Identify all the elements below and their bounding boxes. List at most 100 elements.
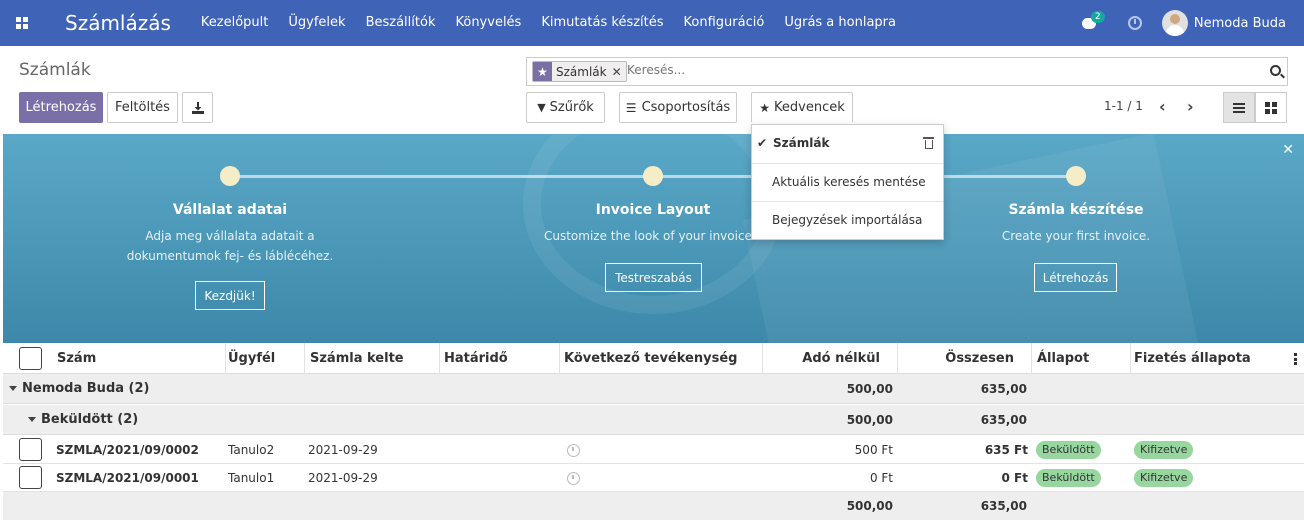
activity-clock-icon[interactable] — [1127, 16, 1142, 30]
column-total[interactable]: Összesen — [898, 343, 1032, 374]
menu-item-website[interactable]: Ugrás a honlapra — [774, 0, 906, 46]
step-title-invoice: Számla készítése — [1008, 202, 1144, 218]
onboarding-banner: Vállalat adatai Adja meg vállalata adata… — [3, 134, 1304, 343]
group-row-partner[interactable]: Nemoda Buda (2) 500,00 635,00 — [3, 374, 1304, 404]
pager-value[interactable]: 1-1 / 1 — [1104, 99, 1143, 113]
main-menu: Kezelőpult Ügyfelek Beszállítók Könyvelé… — [191, 0, 906, 46]
trash-icon[interactable] — [923, 137, 934, 149]
group-by-button[interactable]: ☰ Csoportosítás — [619, 92, 737, 123]
step-dot — [220, 166, 240, 186]
start-button[interactable]: Kezdjük! — [195, 281, 265, 310]
optional-columns-icon[interactable] — [1294, 353, 1297, 365]
favorite-item-invoices[interactable]: ✔ Számlák — [752, 125, 943, 163]
group-by-icon: ☰ — [625, 100, 637, 115]
activity-clock-icon[interactable] — [567, 444, 580, 457]
search-icon[interactable] — [1270, 65, 1281, 76]
column-number[interactable]: Szám — [56, 343, 226, 374]
column-untaxed[interactable]: Adó nélkül — [763, 343, 898, 374]
step-title-company: Vállalat adatai — [172, 202, 288, 218]
table-header: Szám Ügyfél Számla kelte Határidő Követk… — [3, 343, 1304, 374]
menu-item-reporting[interactable]: Kimutatás készítés — [531, 0, 673, 46]
star-icon: ★ — [533, 62, 552, 81]
column-next-activity[interactable]: Következő tevékenység — [560, 343, 763, 374]
table-row[interactable]: SZMLA/2021/09/0002 Tanulo2 2021-09-29 50… — [3, 436, 1304, 464]
view-switcher — [1223, 92, 1287, 123]
list-view-icon — [1233, 102, 1245, 113]
column-partner[interactable]: Ügyfél — [226, 343, 305, 374]
invoice-date: 2021-09-29 — [308, 471, 378, 485]
menu-item-dashboard[interactable]: Kezelőpult — [191, 0, 278, 46]
favorites-button[interactable]: ★ Kedvencek — [751, 92, 853, 123]
search-input[interactable] — [627, 63, 1227, 77]
favorites-dropdown: ✔ Számlák Aktuális keresés mentése Bejeg… — [751, 124, 944, 240]
status-badge: Beküldött — [1036, 441, 1101, 459]
invoice-untaxed: 0 Ft — [869, 471, 893, 485]
search-facet: ★ Számlák ✕ — [532, 61, 627, 82]
menu-item-customers[interactable]: Ügyfelek — [278, 0, 355, 46]
search-bar: ★ Számlák ✕ — [526, 57, 1288, 86]
menu-item-configuration[interactable]: Konfiguráció — [674, 0, 775, 46]
check-icon: ✔ — [757, 136, 768, 150]
row-checkbox[interactable] — [19, 438, 42, 461]
caret-down-icon — [9, 386, 17, 391]
column-due-date[interactable]: Határidő — [440, 343, 560, 374]
group-total: 635,00 — [980, 413, 1027, 427]
group-row-state[interactable]: Beküldött (2) 500,00 635,00 — [3, 405, 1304, 435]
filters-button[interactable]: ▼ Szűrők — [526, 92, 605, 123]
download-icon — [191, 101, 204, 114]
facet-remove-icon[interactable]: ✕ — [612, 65, 622, 79]
invoice-partner: Tanulo2 — [228, 443, 275, 457]
page-title: Számlák — [19, 60, 91, 80]
invoice-number: SZMLA/2021/09/0002 — [56, 443, 199, 457]
apps-menu-icon[interactable] — [0, 0, 44, 46]
create-button[interactable]: Létrehozás — [19, 92, 103, 123]
save-current-search-item[interactable]: Aktuális keresés mentése — [752, 164, 943, 201]
facet-label: Számlák — [556, 64, 607, 79]
avatar[interactable] — [1161, 10, 1188, 36]
column-state[interactable]: Állapot — [1032, 343, 1131, 374]
column-invoice-date[interactable]: Számla kelte — [305, 343, 440, 374]
filters-label: Szűrők — [549, 100, 594, 115]
menu-item-vendors[interactable]: Beszállítók — [356, 0, 446, 46]
group-untaxed: 500,00 — [846, 413, 893, 427]
favorites-label: Kedvencek — [774, 100, 845, 115]
download-button[interactable] — [182, 92, 213, 123]
table-row[interactable]: SZMLA/2021/09/0001 Tanulo1 2021-09-29 0 … — [3, 464, 1304, 492]
invoice-total: 0 Ft — [1001, 471, 1028, 485]
customize-button[interactable]: Testreszabás — [605, 263, 702, 292]
group-total: 635,00 — [980, 382, 1027, 396]
create-invoice-button[interactable]: Létrehozás — [1034, 263, 1117, 292]
step-desc-invoice: Create your first invoice. — [1001, 229, 1151, 243]
activity-clock-icon[interactable] — [567, 472, 580, 485]
table-footer: 500,00 635,00 — [3, 492, 1304, 520]
step-dot — [643, 166, 663, 186]
payment-status-badge: Kifizetve — [1134, 469, 1194, 487]
step-dot — [1066, 166, 1086, 186]
row-checkbox[interactable] — [19, 466, 42, 489]
chat-icon[interactable]: 2 — [1080, 11, 1106, 33]
app-title[interactable]: Számlázás — [65, 11, 171, 35]
status-badge: Beküldött — [1036, 469, 1101, 487]
column-payment-state[interactable]: Fizetés állapota — [1131, 343, 1291, 374]
caret-down-icon — [28, 417, 36, 422]
chat-count-badge: 2 — [1090, 11, 1105, 23]
upload-button[interactable]: Feltöltés — [107, 92, 178, 123]
select-all-checkbox[interactable] — [19, 347, 42, 370]
user-name[interactable]: Nemoda Buda — [1194, 16, 1286, 31]
group-untaxed: 500,00 — [846, 382, 893, 396]
group-by-label: Csoportosítás — [641, 100, 731, 115]
kanban-view-icon — [1265, 101, 1277, 114]
pager-next-icon[interactable]: › — [1187, 97, 1194, 116]
menu-item-accounting[interactable]: Könyvelés — [445, 0, 531, 46]
close-icon[interactable]: ✕ — [1282, 142, 1294, 158]
navbar-systray: 2 Nemoda Buda — [1080, 0, 1304, 46]
kanban-view-button[interactable] — [1255, 92, 1287, 123]
star-icon: ★ — [759, 100, 771, 115]
list-view-button[interactable] — [1223, 92, 1255, 123]
payment-status-badge: Kifizetve — [1134, 441, 1194, 459]
step-desc-company: Adja meg vállalata adatait a dokumentumo… — [126, 229, 334, 263]
pager-previous-icon[interactable]: ‹ — [1159, 97, 1166, 116]
invoice-date: 2021-09-29 — [308, 443, 378, 457]
import-records-item[interactable]: Bejegyzések importálása — [752, 202, 943, 240]
footer-total: 635,00 — [980, 499, 1027, 513]
